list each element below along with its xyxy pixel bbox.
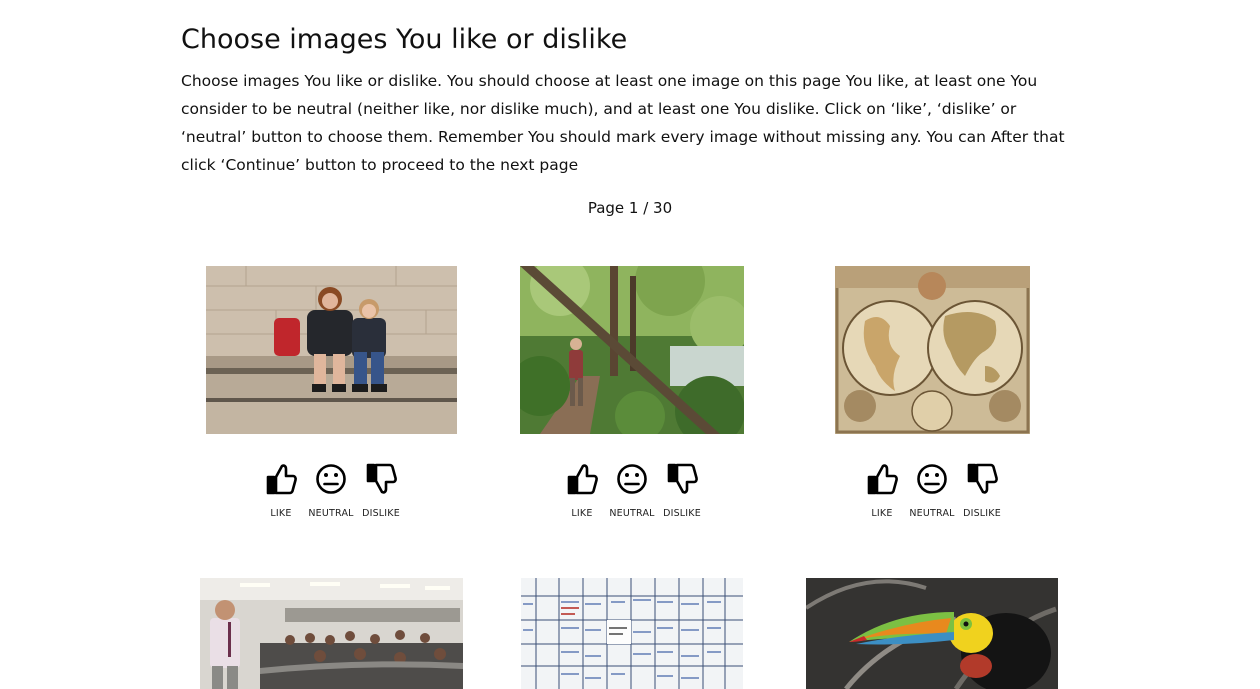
thumbs-down-icon [364, 462, 398, 496]
image-two-people-sitting [206, 266, 457, 434]
dislike-label: DISLIKE [963, 508, 1001, 519]
thumbs-up-icon [264, 462, 298, 496]
page-title: Choose images You like or dislike [181, 24, 628, 55]
rating-controls: LIKE NEUTRAL DISLIKE [557, 462, 727, 532]
image-whiteboard-notes [521, 578, 743, 689]
thumbs-down-icon [665, 462, 699, 496]
dislike-label: DISLIKE [362, 508, 400, 519]
neutral-face-icon [915, 462, 949, 496]
image-lecture-hall [200, 578, 463, 689]
image-toucan [806, 578, 1058, 689]
dislike-button[interactable]: DISLIKE [356, 462, 406, 524]
instructions-text: Choose images You like or dislike. You s… [181, 72, 1065, 174]
image-hiker-forest [520, 266, 744, 434]
page-indicator: Page 1 / 30 [587, 199, 673, 217]
dislike-button[interactable]: DISLIKE [657, 462, 707, 524]
rating-controls: LIKE NEUTRAL DISLIKE [857, 462, 1027, 532]
thumbs-up-icon [865, 462, 899, 496]
rating-controls: LIKE NEUTRAL DISLIKE [256, 462, 426, 532]
neutral-face-icon [615, 462, 649, 496]
thumbs-up-icon [565, 462, 599, 496]
dislike-button[interactable]: DISLIKE [957, 462, 1007, 524]
neutral-face-icon [314, 462, 348, 496]
dislike-label: DISLIKE [663, 508, 701, 519]
image-antique-map [835, 266, 1030, 434]
thumbs-down-icon [965, 462, 999, 496]
